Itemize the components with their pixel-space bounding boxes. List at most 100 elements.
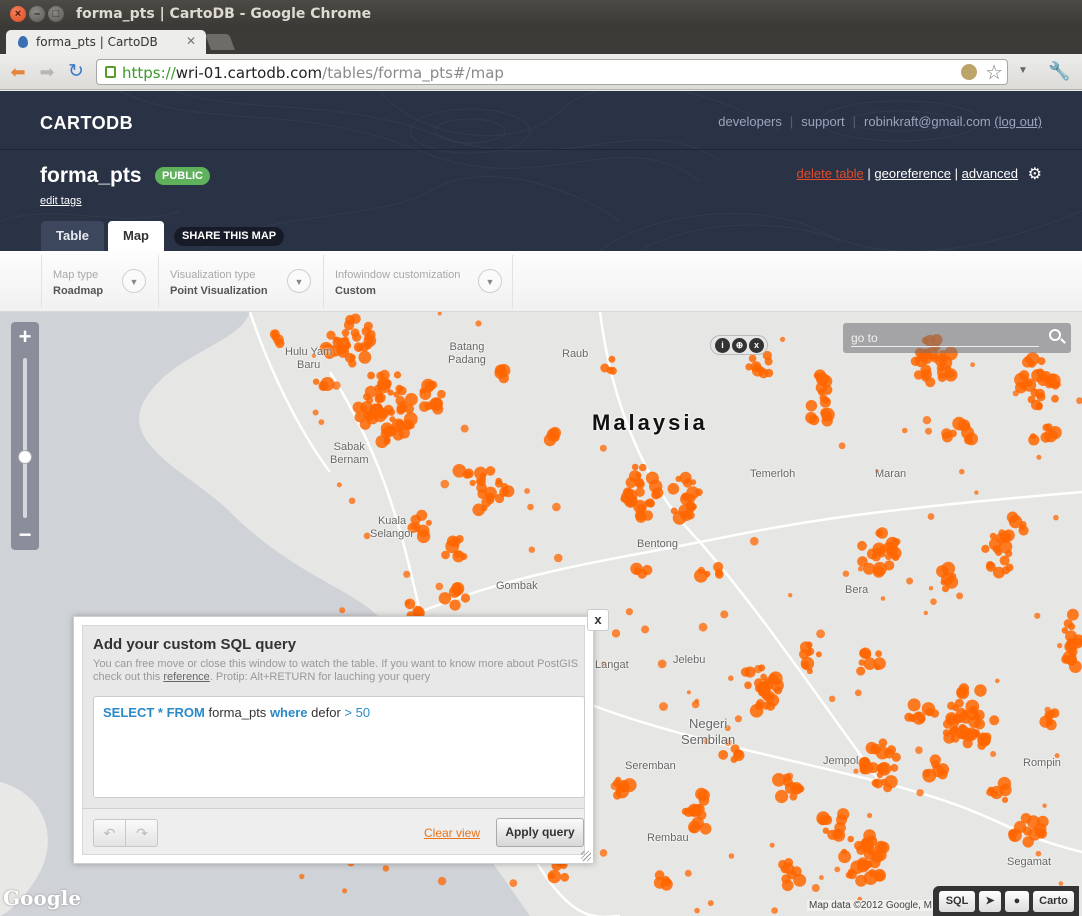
- forma-point[interactable]: [928, 586, 934, 591]
- forma-point[interactable]: [416, 509, 428, 521]
- forma-point[interactable]: [342, 888, 348, 894]
- forma-point[interactable]: [937, 769, 948, 780]
- zoom-in-button[interactable]: +: [11, 326, 39, 348]
- forma-point[interactable]: [857, 566, 864, 572]
- forma-point[interactable]: [764, 368, 774, 378]
- forma-point[interactable]: [749, 704, 764, 718]
- forma-point[interactable]: [748, 354, 757, 363]
- forma-point[interactable]: [475, 320, 482, 327]
- forma-point[interactable]: [964, 727, 978, 741]
- forma-point[interactable]: [389, 416, 396, 423]
- forma-point[interactable]: [788, 593, 793, 598]
- forma-point[interactable]: [375, 435, 389, 449]
- forma-point[interactable]: [480, 504, 488, 512]
- forma-point[interactable]: [921, 373, 930, 382]
- forma-point[interactable]: [694, 907, 700, 914]
- forma-point[interactable]: [890, 764, 899, 772]
- forma-point[interactable]: [1034, 612, 1041, 619]
- forma-point[interactable]: [366, 329, 376, 340]
- forma-point[interactable]: [441, 550, 450, 560]
- forma-point[interactable]: [1049, 708, 1060, 718]
- forma-point[interactable]: [450, 536, 461, 547]
- forma-point[interactable]: [884, 748, 895, 759]
- forma-point[interactable]: [789, 792, 798, 801]
- forma-point[interactable]: [378, 408, 389, 419]
- forma-point[interactable]: [606, 366, 614, 374]
- share-map-button[interactable]: SHARE THIS MAP: [174, 227, 285, 246]
- forma-point[interactable]: [910, 356, 921, 366]
- forma-point[interactable]: [866, 548, 878, 560]
- forma-point[interactable]: [770, 678, 784, 692]
- forma-point[interactable]: [813, 372, 820, 379]
- forma-point[interactable]: [780, 336, 786, 342]
- resize-grip-icon[interactable]: [581, 851, 591, 861]
- forma-point[interactable]: [560, 872, 570, 882]
- forma-point[interactable]: [1022, 836, 1034, 848]
- forma-point[interactable]: [720, 610, 729, 619]
- window-minimize-button[interactable]: –: [29, 6, 45, 22]
- forma-point[interactable]: [435, 582, 444, 591]
- forma-point[interactable]: [404, 404, 415, 414]
- forma-point[interactable]: [652, 487, 664, 499]
- forma-point[interactable]: [888, 546, 902, 560]
- info-icon[interactable]: i: [715, 338, 730, 353]
- forma-point[interactable]: [1051, 394, 1059, 403]
- forma-point[interactable]: [1014, 372, 1028, 387]
- forma-point[interactable]: [271, 333, 279, 341]
- forma-point[interactable]: [622, 778, 637, 793]
- forma-point[interactable]: [599, 849, 608, 857]
- forma-point[interactable]: [642, 564, 653, 576]
- apply-query-button[interactable]: Apply query: [496, 818, 584, 847]
- forma-point[interactable]: [907, 698, 921, 712]
- forma-point[interactable]: [348, 497, 356, 505]
- forma-point[interactable]: [485, 495, 495, 504]
- forma-point[interactable]: [610, 782, 619, 791]
- goto-search-input[interactable]: [851, 329, 1039, 347]
- forma-point[interactable]: [1053, 514, 1059, 521]
- forma-point[interactable]: [989, 532, 997, 540]
- forma-point[interactable]: [990, 751, 997, 757]
- forma-point[interactable]: [312, 409, 319, 416]
- forma-point[interactable]: [1005, 550, 1013, 558]
- forma-point[interactable]: [349, 354, 356, 361]
- forma-point[interactable]: [1045, 719, 1057, 731]
- forma-point[interactable]: [320, 377, 335, 391]
- forma-point[interactable]: [689, 824, 698, 833]
- forma-point[interactable]: [364, 385, 377, 398]
- chevron-down-icon[interactable]: ▼: [478, 269, 502, 293]
- forma-point[interactable]: [917, 715, 926, 723]
- forma-point[interactable]: [358, 350, 372, 364]
- forma-point[interactable]: [799, 641, 812, 654]
- forma-point[interactable]: [382, 865, 390, 872]
- forma-point[interactable]: [733, 749, 743, 759]
- forma-point[interactable]: [599, 444, 607, 452]
- forma-point[interactable]: [631, 463, 639, 471]
- forma-point[interactable]: [847, 868, 855, 876]
- forma-point[interactable]: [891, 537, 899, 545]
- forma-point[interactable]: [805, 411, 817, 424]
- forma-point[interactable]: [672, 511, 687, 525]
- forma-point[interactable]: [697, 566, 706, 574]
- forma-point[interactable]: [479, 472, 487, 479]
- forma-point[interactable]: [425, 519, 432, 526]
- forma-point[interactable]: [460, 593, 471, 603]
- window-close-button[interactable]: ×: [10, 6, 26, 22]
- forma-point[interactable]: [754, 665, 763, 674]
- forma-point[interactable]: [853, 768, 859, 774]
- forma-point[interactable]: [995, 678, 1000, 684]
- edit-tags-link[interactable]: edit tags: [40, 195, 82, 207]
- forma-point[interactable]: [906, 577, 914, 585]
- chevron-down-icon[interactable]: ▼: [122, 269, 146, 293]
- forma-point[interactable]: [387, 408, 396, 416]
- forma-point[interactable]: [1067, 608, 1079, 621]
- forma-point[interactable]: [863, 848, 875, 860]
- sql-query-text[interactable]: SELECT * FROM forma_pts where defor > 50: [103, 705, 370, 720]
- forma-point[interactable]: [352, 332, 362, 342]
- forma-point[interactable]: [661, 875, 670, 884]
- forma-point[interactable]: [863, 860, 872, 869]
- logout-link[interactable]: (log out): [994, 114, 1042, 129]
- forma-point[interactable]: [872, 565, 885, 578]
- forma-point[interactable]: [548, 872, 555, 879]
- forma-point[interactable]: [847, 835, 854, 843]
- forma-point[interactable]: [771, 907, 778, 914]
